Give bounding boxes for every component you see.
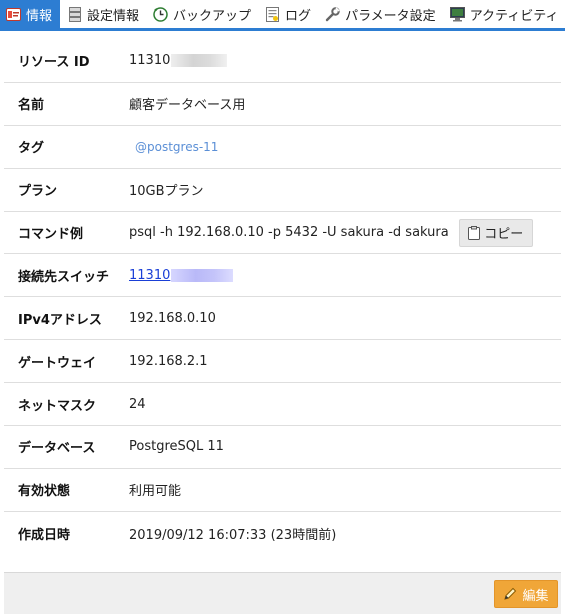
row-label: ネットマスク (18, 398, 97, 414)
resource-id-value: 11310 (129, 53, 171, 69)
row-database: データベース PostgreSQL 11 (4, 426, 561, 469)
pencil-icon (504, 587, 517, 600)
created-value: 2019/09/12 16:07:33 (23時間前) (129, 527, 337, 543)
row-label: 名前 (18, 98, 45, 114)
row-status: 有効状態 利用可能 (4, 469, 561, 512)
row-label: リソース ID (18, 55, 90, 71)
tab-label: 設定情報 (87, 8, 140, 24)
redaction-mask (171, 268, 234, 282)
row-netmask: ネットマスク 24 (4, 383, 561, 427)
ipv4-value: 192.168.0.10 (129, 310, 216, 326)
tab-log[interactable]: ログ (258, 0, 318, 28)
detail-table: リソース ID 11310 名前 顧客データベース用 タグ @postgres-… (4, 40, 561, 555)
footer-bar: 編集 (4, 572, 561, 614)
status-value: 利用可能 (129, 484, 182, 500)
tab-activity[interactable]: アクティビティ (443, 0, 565, 28)
info-card-icon (6, 7, 21, 22)
row-label: タグ (18, 141, 45, 157)
row-resource-id: リソース ID 11310 (4, 40, 561, 83)
wrench-icon (325, 6, 340, 22)
tab-parameters[interactable]: パラメータ設定 (318, 0, 443, 28)
row-gateway: ゲートウェイ 192.168.2.1 (4, 340, 561, 384)
tab-info[interactable]: 情報 (0, 0, 61, 28)
server-stack-icon (67, 6, 82, 22)
tab-settings-info[interactable]: 設定情報 (60, 0, 146, 28)
row-label: 接続先スイッチ (18, 269, 110, 285)
copy-button[interactable]: コピー (458, 218, 533, 247)
row-label: 作成日時 (18, 527, 71, 543)
plan-value: 10GBプラン (129, 184, 204, 200)
row-label: ゲートウェイ (18, 355, 97, 371)
row-name: 名前 顧客データベース用 (4, 83, 561, 126)
row-switch: 接続先スイッチ 11310 (4, 254, 561, 298)
row-created: 作成日時 2019/09/12 16:07:33 (23時間前) (4, 512, 561, 555)
row-command: コマンド例 psql -h 192.168.0.10 -p 5432 -U sa… (4, 212, 561, 255)
row-label: プラン (18, 184, 58, 200)
tab-label: アクティビティ (469, 8, 559, 24)
log-document-icon (265, 6, 280, 22)
row-label: 有効状態 (18, 484, 71, 500)
row-label: IPv4アドレス (18, 312, 102, 328)
tag-value[interactable]: @postgres-11 (129, 140, 218, 154)
row-label: データベース (18, 441, 96, 457)
switch-link[interactable]: 11310 (129, 268, 170, 283)
edit-button-label: 編集 (522, 588, 549, 604)
row-tag: タグ @postgres-11 (4, 126, 561, 169)
database-value: PostgreSQL 11 (129, 439, 224, 455)
tab-backup[interactable]: バックアップ (146, 0, 258, 28)
gateway-value: 192.168.2.1 (129, 353, 208, 369)
edit-button[interactable]: 編集 (494, 580, 558, 608)
row-ipv4: IPv4アドレス 192.168.0.10 (4, 297, 561, 341)
netmask-value: 24 (129, 396, 146, 412)
monitor-icon (449, 6, 465, 22)
row-plan: プラン 10GBプラン (4, 169, 561, 212)
command-value: psql -h 192.168.0.10 -p 5432 -U sakura -… (129, 225, 449, 240)
tab-label: 情報 (26, 8, 53, 24)
name-value: 顧客データベース用 (129, 98, 246, 114)
backup-clock-icon (153, 6, 168, 22)
redaction-mask (171, 54, 228, 68)
tab-bar: 情報 設定情報 バックアップ ログ パラメータ設定 アクティビティ (0, 0, 565, 31)
tab-label: ログ (285, 8, 312, 24)
clipboard-icon (468, 225, 481, 240)
tab-label: パラメータ設定 (345, 8, 436, 24)
tab-label: バックアップ (173, 8, 252, 24)
row-label: コマンド例 (18, 227, 84, 242)
copy-button-label: コピー (484, 227, 524, 242)
